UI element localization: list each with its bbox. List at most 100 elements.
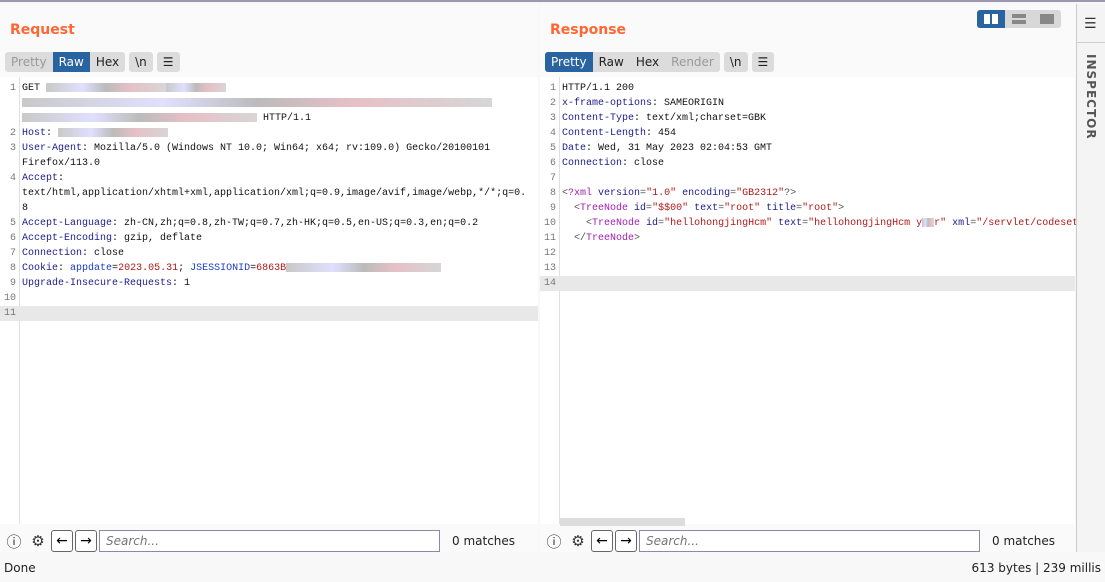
line-number: 11 [543, 233, 556, 244]
line-number: 3 [9, 143, 16, 154]
line-number: 6 [549, 158, 556, 169]
code-token: TreeNode [592, 218, 641, 229]
tab-raw[interactable]: Raw [593, 52, 630, 72]
horizontal-scrollbar[interactable] [560, 518, 685, 526]
code-line: 5 Date: Wed, 31 May 2023 02:04:53 GMT [540, 141, 1075, 156]
previous-match-button[interactable]: ← [51, 530, 73, 552]
tab-pretty[interactable]: Pretty [545, 52, 593, 72]
newline-toggle[interactable]: \n [129, 52, 153, 72]
code-token: version [592, 188, 641, 199]
line-text [22, 96, 492, 111]
code-token: < [562, 203, 581, 214]
line-text: Host: [22, 126, 169, 141]
redacted-block [286, 262, 442, 272]
line-number: 13 [543, 263, 556, 274]
tab-raw[interactable]: Raw [52, 52, 90, 72]
line-number: 8 [549, 188, 556, 199]
line-number: 1 [9, 83, 16, 94]
line-text: Connection: close [22, 246, 124, 261]
code-token: text [688, 203, 719, 214]
line-number: 5 [549, 143, 556, 154]
code-token: : 454 [646, 128, 677, 139]
response-editor[interactable]: 1 HTTP/1.1 200 2 x-frame-options: SAMEORIGI… [540, 77, 1105, 524]
code-line: 8 [0, 201, 538, 216]
tab-pretty[interactable]: Pretty [5, 52, 53, 72]
response-search-input[interactable] [639, 530, 980, 552]
code-token: : close [82, 248, 125, 259]
code-token: : text/xml;charset=GBK [634, 113, 767, 124]
code-line: 7 Connection: close [0, 246, 538, 261]
line-number: 7 [549, 173, 556, 184]
code-token: "root" [802, 203, 839, 214]
layout-toggle [977, 10, 1061, 28]
code-line: 10 <TreeNode id="hellohongjingHcm" text=… [540, 216, 1105, 231]
code-token: : 1 [172, 278, 191, 289]
line-number: 12 [543, 248, 556, 259]
line-text: Upgrade-Insecure-Requests: 1 [22, 276, 190, 291]
tab-hex[interactable]: Hex [630, 52, 665, 72]
inspector-tab[interactable]: INSPECTOR [1084, 54, 1098, 140]
code-token: xml [946, 218, 971, 229]
help-icon[interactable]: ⓘ [3, 530, 25, 552]
code-token: "hellohongjingHcm y [808, 218, 923, 229]
code-token: r" [934, 218, 947, 229]
line-number: 1 [549, 83, 556, 94]
line-text: x-frame-options: SAMEORIGIN [562, 96, 724, 111]
menu-icon[interactable]: ☰ [752, 52, 775, 72]
inspector-sidebar: ☰ INSPECTOR [1076, 4, 1105, 552]
single-layout-button[interactable] [1033, 10, 1061, 28]
code-line: 2 Host: [0, 126, 538, 141]
code-token: appdate [70, 263, 113, 274]
code-token: User-Agent [22, 143, 83, 154]
code-line: text/html,application/xhtml+xml,applicat… [0, 186, 538, 201]
help-icon[interactable]: ⓘ [543, 530, 565, 552]
code-token: < [562, 218, 593, 229]
code-token: TreeNode [580, 203, 629, 214]
tab-render[interactable]: Render [665, 52, 720, 72]
tab-hex[interactable]: Hex [90, 52, 125, 72]
previous-match-button[interactable]: ← [591, 530, 613, 552]
code-line: 14 [540, 276, 1075, 291]
line-number: 6 [9, 233, 16, 244]
code-token: : [58, 173, 65, 184]
code-token: Content-Type [562, 113, 635, 124]
next-match-button[interactable]: → [615, 530, 637, 552]
code-line: 12 [540, 246, 1075, 261]
code-token: > [634, 233, 641, 244]
newline-toggle[interactable]: \n [724, 52, 748, 72]
next-match-button[interactable]: → [75, 530, 97, 552]
menu-icon[interactable]: ☰ [157, 52, 180, 72]
line-text: Firefox/113.0 [22, 156, 100, 171]
redacted-block [58, 127, 169, 137]
code-line: 1 HTTP/1.1 200 [540, 81, 1075, 96]
code-line: 13 [540, 261, 1075, 276]
code-token: Upgrade-Insecure-Requests [22, 278, 173, 289]
line-number: 9 [549, 203, 556, 214]
code-line: 5 Accept-Language: zh-CN,zh;q=0.8,zh-TW;q… [0, 216, 538, 231]
gear-icon[interactable]: ⚙ [27, 530, 49, 552]
line-text: GET [22, 81, 227, 96]
line-text: text/html,application/xhtml+xml,applicat… [22, 186, 526, 201]
gear-icon[interactable]: ⚙ [567, 530, 589, 552]
code-token: "root" [724, 203, 761, 214]
code-line: 1 GET [0, 81, 538, 96]
code-token: title [760, 203, 797, 214]
filter-icon[interactable]: ☰ [1084, 16, 1097, 32]
redacted-block [166, 82, 227, 92]
split-horizontal-layout-button[interactable] [977, 10, 1005, 28]
response-match-count: 0 matches [992, 534, 1056, 548]
line-number: 2 [9, 128, 16, 139]
request-search-input[interactable] [99, 530, 440, 552]
line-text: <TreeNode id="$$00" text="root" title="r… [562, 201, 844, 216]
request-panel: Request Pretty Raw Hex \n ☰ 1 GET HTTP/1.… [0, 4, 538, 552]
line-number: 9 [9, 278, 16, 289]
response-panel: Response Pretty Raw Hex Render \n ☰ 1 HTT… [540, 4, 1105, 552]
line-text: Content-Length: 454 [562, 126, 676, 141]
request-editor[interactable]: 1 GET HTTP/1.1 2 Host: 3 User-Agent: Mozilla… [0, 77, 538, 524]
line-text: Accept: [22, 171, 64, 186]
split-vertical-layout-button[interactable] [1005, 10, 1033, 28]
redacted-block [22, 97, 492, 107]
code-token: 8 [22, 203, 29, 214]
request-match-count: 0 matches [452, 534, 516, 548]
request-title: Request [10, 22, 75, 38]
